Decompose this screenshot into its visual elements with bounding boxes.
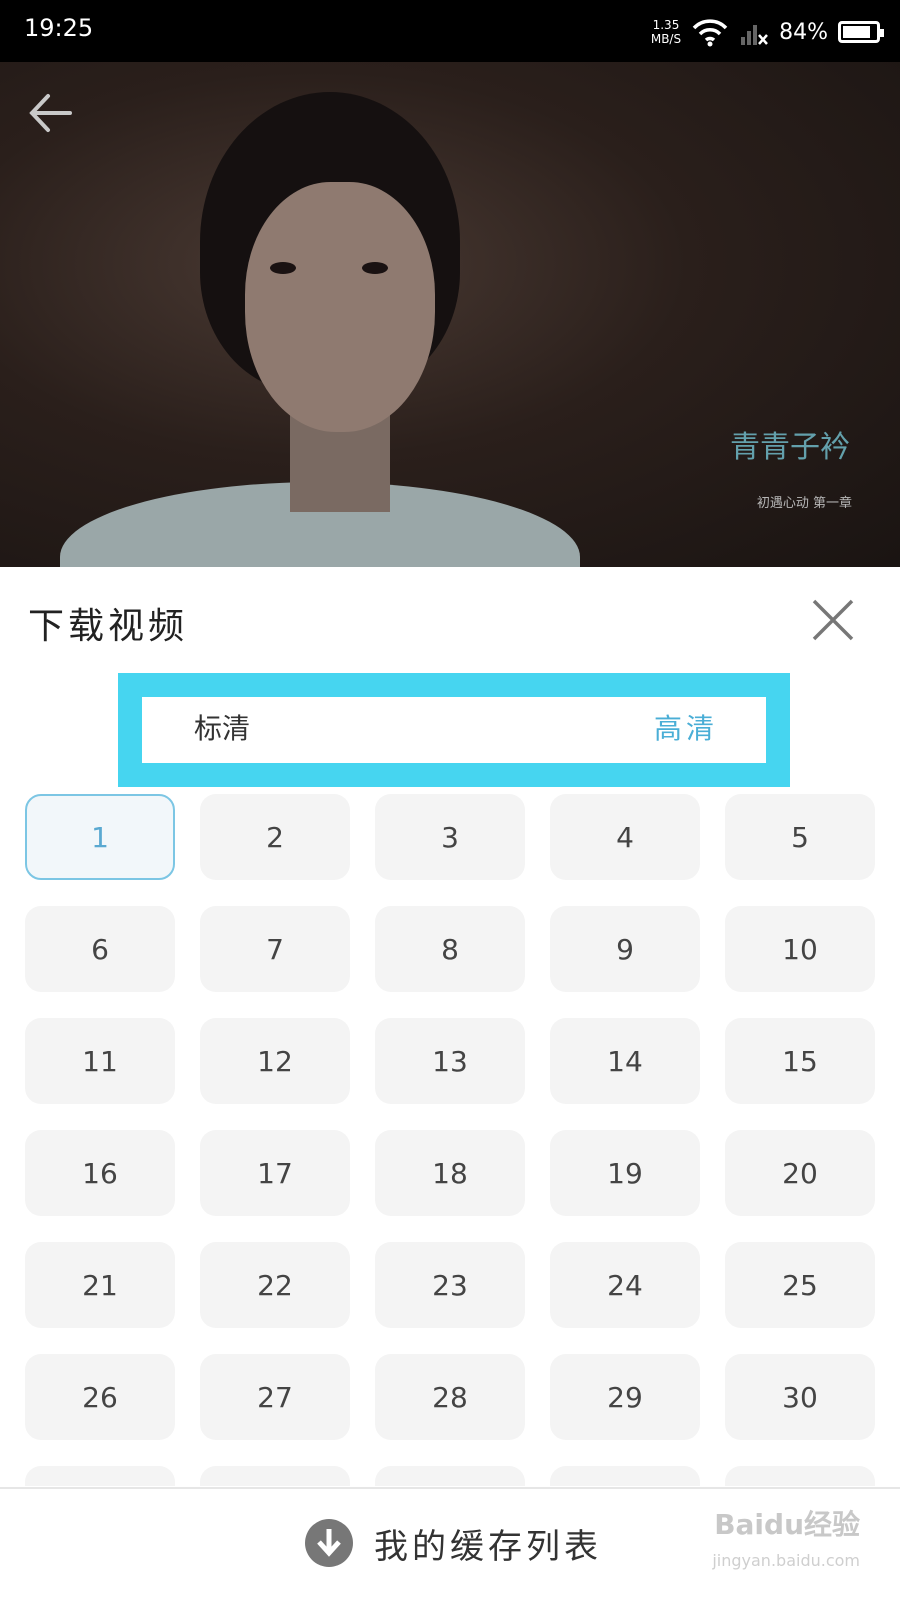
video-figure-face [245, 182, 435, 432]
episode-button[interactable]: 2 [200, 794, 350, 880]
episode-button-partial[interactable] [725, 1466, 875, 1486]
episode-button[interactable]: 1 [25, 794, 175, 880]
episode-button[interactable]: 6 [25, 906, 175, 992]
episode-button[interactable]: 12 [200, 1018, 350, 1104]
quality-standard-option[interactable]: 标清 [194, 707, 250, 747]
episode-button[interactable]: 10 [725, 906, 875, 992]
episode-button[interactable]: 8 [375, 906, 525, 992]
panel-title: 下载视频 [28, 606, 189, 647]
battery-icon [838, 21, 884, 43]
status-bar: 19:25 1.35 MB/S 84% [0, 0, 900, 62]
episode-button[interactable]: 13 [375, 1018, 525, 1104]
battery-fill [843, 26, 870, 38]
episode-button-partial[interactable] [550, 1466, 700, 1486]
wifi-icon [692, 19, 728, 47]
episode-button[interactable]: 28 [375, 1354, 525, 1440]
back-arrow-icon[interactable] [24, 86, 78, 140]
episode-button[interactable]: 21 [25, 1242, 175, 1328]
quality-selector-highlight: 标清 高清 [118, 673, 790, 787]
episode-button[interactable]: 16 [25, 1130, 175, 1216]
baidu-jingyan-watermark: Baidu经验 [714, 1508, 860, 1541]
episode-button[interactable]: 11 [25, 1018, 175, 1104]
download-panel: 下载视频 标清 高清 1 2 3 4 5 6 7 8 9 10 11 12 13 14 15 16 17 18 19… [0, 567, 900, 1600]
episode-button[interactable]: 9 [550, 906, 700, 992]
quality-high-option[interactable]: 高清 [654, 707, 718, 747]
episode-grid: 1 2 3 4 5 6 7 8 9 10 11 12 13 14 15 16 17 18 19 20 21 22 23 24 2… [25, 794, 877, 1486]
episode-button[interactable]: 15 [725, 1018, 875, 1104]
episode-button[interactable]: 17 [200, 1130, 350, 1216]
my-cache-list-label: 我的缓存列表 [374, 1526, 602, 1567]
close-icon[interactable] [810, 597, 856, 643]
download-icon [305, 1519, 353, 1567]
episode-button[interactable]: 14 [550, 1018, 700, 1104]
network-speed-unit: MB/S [650, 32, 682, 46]
episode-button[interactable]: 23 [375, 1242, 525, 1328]
status-indicators: 1.35 MB/S 84% [651, 12, 884, 52]
episode-button[interactable]: 4 [550, 794, 700, 880]
network-speed-value: 1.35 [652, 18, 680, 32]
video-figure-eye [362, 262, 388, 274]
episode-button-partial[interactable] [25, 1466, 175, 1486]
status-time: 19:25 [24, 14, 94, 42]
episode-button[interactable]: 18 [375, 1130, 525, 1216]
cell-signal-icon [741, 25, 769, 45]
episode-button[interactable]: 3 [375, 794, 525, 880]
episode-button[interactable]: 29 [550, 1354, 700, 1440]
episode-button[interactable]: 20 [725, 1130, 875, 1216]
my-cache-list-button[interactable]: 我的缓存列表 [304, 1515, 602, 1571]
episode-button[interactable]: 22 [200, 1242, 350, 1328]
episode-button-partial[interactable] [200, 1466, 350, 1486]
battery-percent: 84% [779, 19, 828, 45]
episode-button[interactable]: 24 [550, 1242, 700, 1328]
episode-button[interactable]: 30 [725, 1354, 875, 1440]
video-figure-eye [270, 262, 296, 274]
baidu-jingyan-url: jingyan.baidu.com [712, 1551, 860, 1570]
episode-button[interactable]: 25 [725, 1242, 875, 1328]
episode-button[interactable]: 27 [200, 1354, 350, 1440]
episode-button-partial[interactable] [375, 1466, 525, 1486]
show-episode-subtitle: 初遇心动 第一章 [756, 496, 852, 511]
network-speed: 1.35 MB/S [651, 18, 681, 46]
show-logo-watermark: 青青子衿 [730, 430, 850, 465]
episode-button[interactable]: 19 [550, 1130, 700, 1216]
episode-button[interactable]: 5 [725, 794, 875, 880]
bottom-bar: 我的缓存列表 Baidu经验 jingyan.baidu.com [0, 1487, 900, 1602]
video-player[interactable]: 青青子衿 初遇心动 第一章 [0, 62, 900, 567]
episode-button[interactable]: 26 [25, 1354, 175, 1440]
episode-button[interactable]: 7 [200, 906, 350, 992]
